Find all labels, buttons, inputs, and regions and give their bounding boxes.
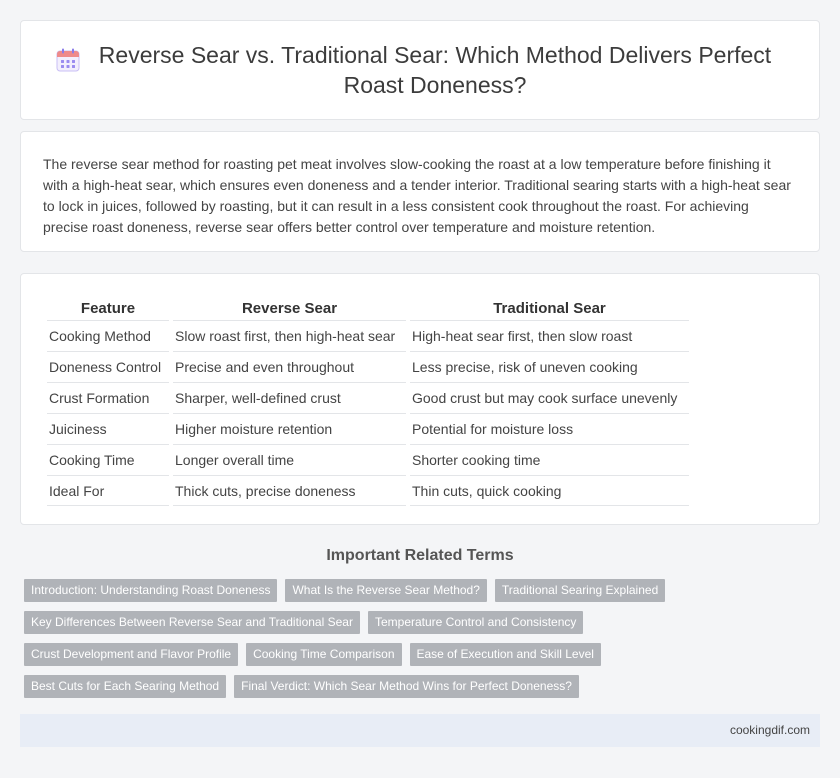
reverse-sear-cell: Slow roast first, then high-heat sear <box>173 320 406 351</box>
related-term-tag[interactable]: Ease of Execution and Skill Level <box>409 643 601 666</box>
traditional-sear-cell: Shorter cooking time <box>410 444 689 475</box>
title-card: Reverse Sear vs. Traditional Sear: Which… <box>20 20 820 120</box>
traditional-sear-cell: Good crust but may cook surface unevenly <box>410 382 689 413</box>
table-row: Cooking Time Longer overall time Shorter… <box>47 444 689 475</box>
table-row: Ideal For Thick cuts, precise doneness T… <box>47 475 689 506</box>
footer-site-name: cookingdif.com <box>729 723 810 737</box>
column-header-reverse-sear: Reverse Sear <box>241 299 338 317</box>
table-row: Juiciness Higher moisture retention Pote… <box>47 413 689 444</box>
traditional-sear-cell: Less precise, risk of uneven cooking <box>410 351 689 382</box>
related-term-tag[interactable]: Traditional Searing Explained <box>494 579 666 602</box>
related-term-tag[interactable]: What Is the Reverse Sear Method? <box>285 579 487 602</box>
table-header-row: Feature Reverse Sear Traditional Sear <box>47 296 689 320</box>
traditional-sear-cell: Thin cuts, quick cooking <box>410 475 689 506</box>
table-row: Crust Formation Sharper, well-defined cr… <box>47 382 689 413</box>
related-terms-heading: Important Related Terms <box>326 547 514 564</box>
feature-cell: Cooking Time <box>47 444 169 475</box>
comparison-card: Feature Reverse Sear Traditional Sear Co… <box>20 273 820 525</box>
reverse-sear-cell: Higher moisture retention <box>173 413 406 444</box>
related-term-tag[interactable]: Best Cuts for Each Searing Method <box>24 675 227 698</box>
comparison-table: Feature Reverse Sear Traditional Sear Co… <box>43 296 693 506</box>
feature-cell: Juiciness <box>47 413 169 444</box>
feature-cell: Crust Formation <box>47 382 169 413</box>
column-header-feature: Feature <box>80 299 136 317</box>
reverse-sear-cell: Longer overall time <box>173 444 406 475</box>
table-row: Cooking Method Slow roast first, then hi… <box>47 320 689 351</box>
reverse-sear-cell: Sharper, well-defined crust <box>173 382 406 413</box>
related-term-tag[interactable]: Introduction: Understanding Roast Donene… <box>24 579 278 602</box>
related-term-tag[interactable]: Temperature Control and Consistency <box>367 611 584 634</box>
related-term-tag[interactable]: Crust Development and Flavor Profile <box>24 643 239 666</box>
intro-card: The reverse sear method for roasting pet… <box>20 131 820 252</box>
related-term-tag[interactable]: Cooking Time Comparison <box>246 643 402 666</box>
related-terms-list: Introduction: Understanding Roast Donene… <box>24 579 804 698</box>
column-header-traditional-sear: Traditional Sear <box>493 299 606 317</box>
feature-cell: Ideal For <box>47 475 169 506</box>
intro-paragraph: The reverse sear method for roasting pet… <box>43 156 791 235</box>
traditional-sear-cell: High-heat sear first, then slow roast <box>410 320 689 351</box>
page-title: Reverse Sear vs. Traditional Sear: Which… <box>98 42 772 98</box>
related-term-tag[interactable]: Key Differences Between Reverse Sear and… <box>24 611 360 634</box>
reverse-sear-cell: Thick cuts, precise doneness <box>173 475 406 506</box>
table-row: Doneness Control Precise and even throug… <box>47 351 689 382</box>
reverse-sear-cell: Precise and even throughout <box>173 351 406 382</box>
feature-cell: Doneness Control <box>47 351 169 382</box>
footer: cookingdif.com <box>20 714 820 747</box>
related-term-tag[interactable]: Final Verdict: Which Sear Method Wins fo… <box>234 675 579 698</box>
feature-cell: Cooking Method <box>47 320 169 351</box>
traditional-sear-cell: Potential for moisture loss <box>410 413 689 444</box>
